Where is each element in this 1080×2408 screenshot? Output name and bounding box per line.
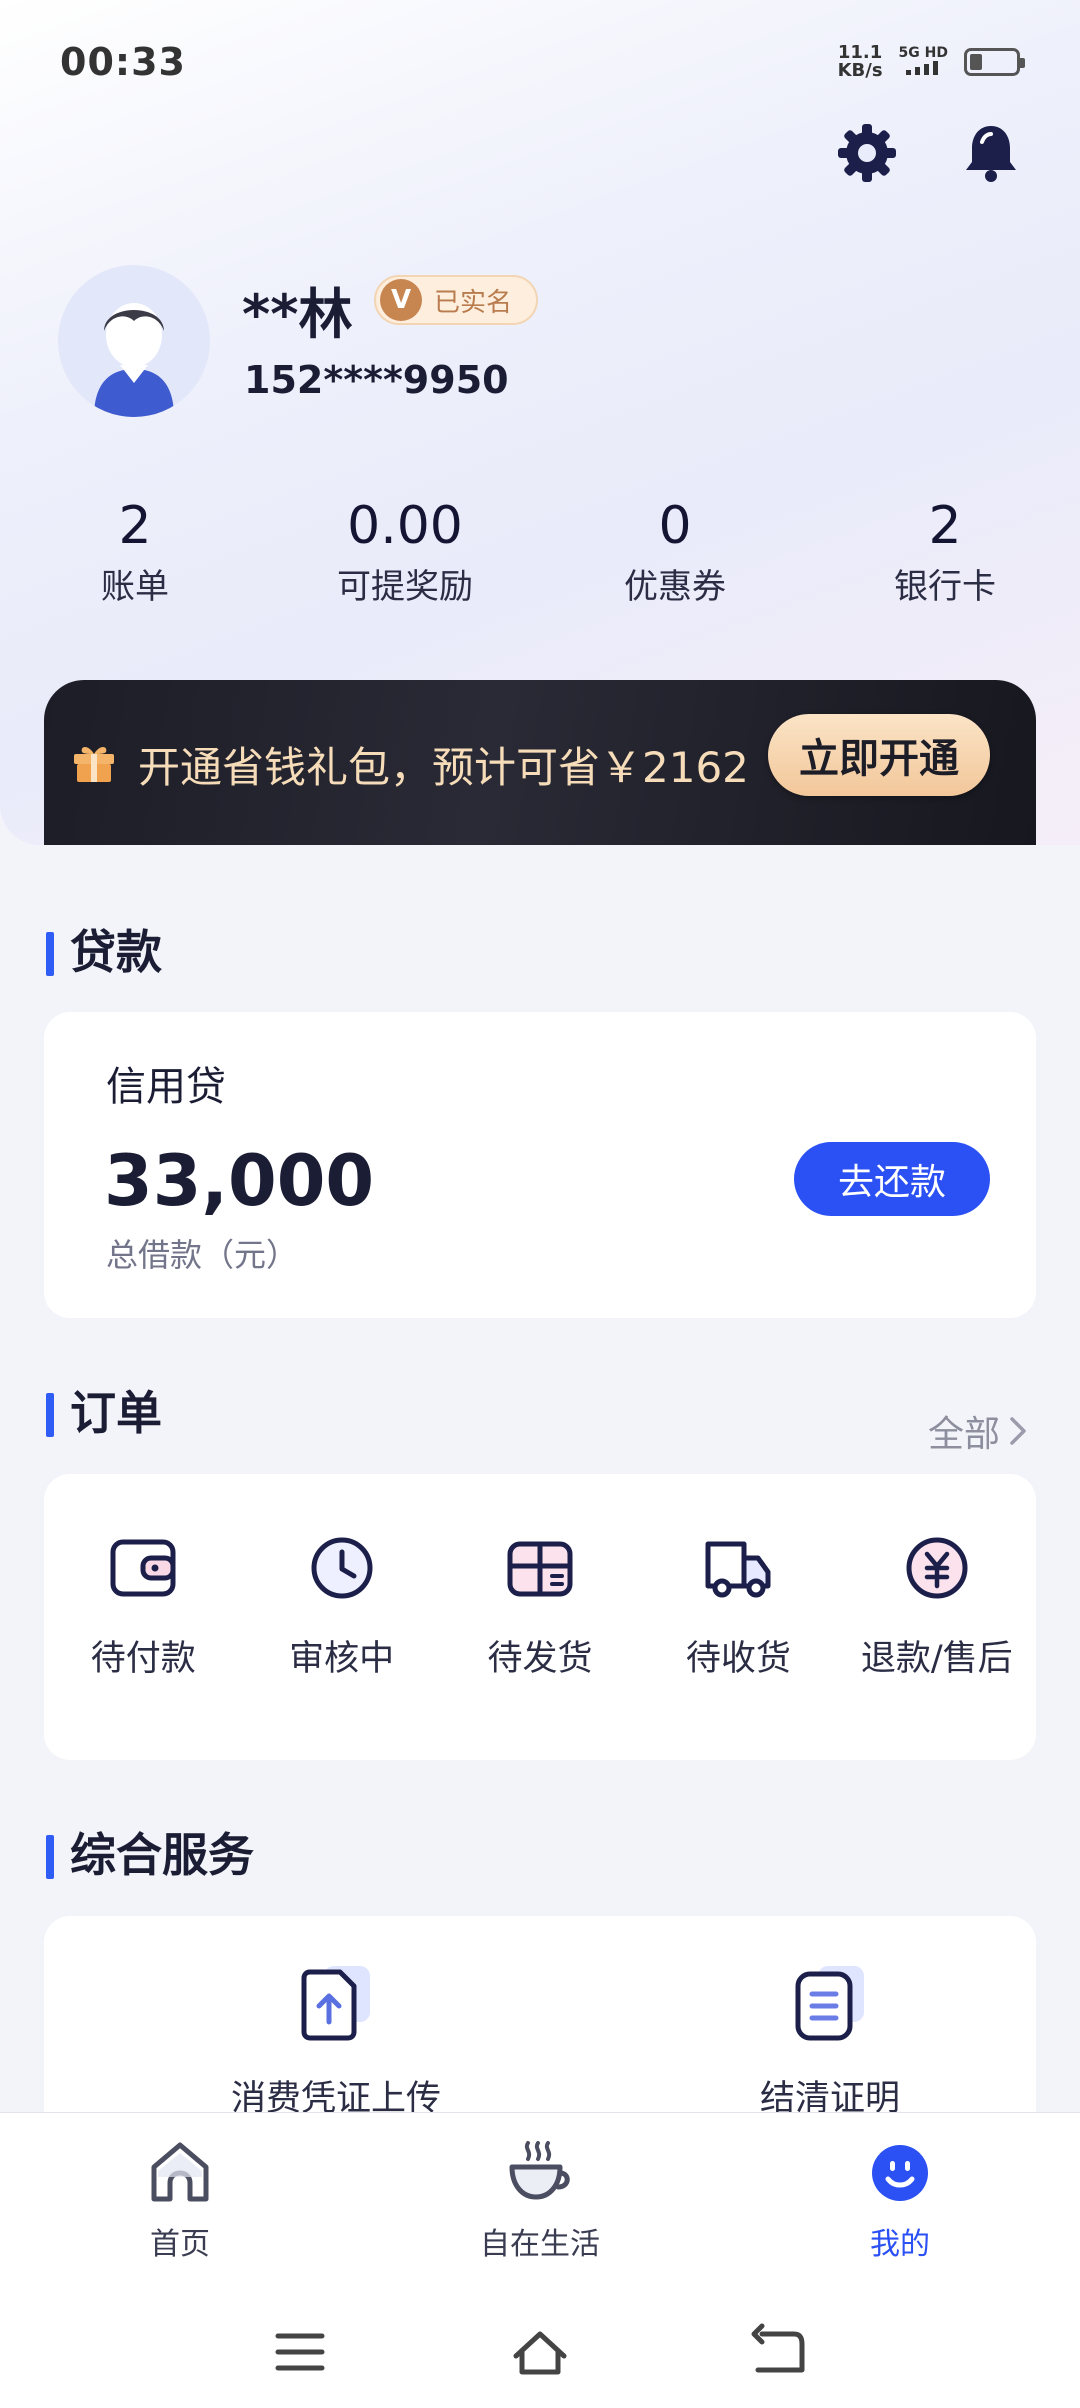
stat-coupons[interactable]: 0 优惠券 — [540, 490, 810, 612]
user-phone: 152****9950 — [244, 358, 509, 402]
stat-bank-cards[interactable]: 2 银行卡 — [810, 490, 1080, 612]
certificate-icon — [795, 1966, 864, 2041]
savings-promo-banner[interactable]: 开通省钱礼包，预计可省￥2162 立即开通 — [44, 680, 1036, 845]
back-icon[interactable] — [750, 2322, 810, 2382]
avatar[interactable] — [58, 265, 210, 417]
loan-section-title: 贷款 — [46, 922, 162, 982]
loan-card[interactable]: 信用贷 33,000 总借款（元） 去还款 — [44, 1012, 1036, 1318]
order-pending-payment[interactable]: 待付款 — [44, 1530, 242, 1681]
nav-mine[interactable]: 我的 — [720, 2113, 1080, 2292]
loan-amount: 33,000 — [104, 1140, 375, 1222]
battery-icon — [964, 48, 1025, 76]
clock-icon — [311, 1537, 373, 1599]
bell-icon[interactable] — [958, 120, 1024, 186]
activate-now-button[interactable]: 立即开通 — [768, 714, 990, 796]
box-icon — [507, 1541, 573, 1597]
orders-section-title: 订单 — [46, 1383, 162, 1443]
nav-home[interactable]: 首页 — [0, 2113, 360, 2292]
order-refund-aftersale[interactable]: 退款/售后 — [838, 1530, 1036, 1681]
order-under-review[interactable]: 审核中 — [242, 1530, 440, 1681]
order-pending-receipt[interactable]: 待收货 — [639, 1530, 837, 1681]
verified-badge: V 已实名 — [374, 275, 539, 325]
order-pending-shipment[interactable]: 待发货 — [441, 1530, 639, 1681]
nav-life[interactable]: 自在生活 — [360, 2113, 720, 2292]
refund-icon — [906, 1537, 968, 1599]
system-home-icon[interactable] — [510, 2322, 570, 2382]
avatar-illustration — [94, 303, 174, 417]
user-name: **林 — [242, 283, 353, 346]
wallet-icon — [110, 1539, 176, 1597]
system-nav-bar — [0, 2292, 1080, 2408]
smile-icon — [872, 2145, 928, 2201]
promo-text: 开通省钱礼包，预计可省￥2162 — [138, 743, 749, 792]
order-status-grid: 待付款 审核中 待发货 待收货 退款/售后 — [44, 1530, 1036, 1681]
view-all-orders[interactable]: 全部 — [928, 1405, 1030, 1457]
signal-bars-icon — [906, 61, 938, 75]
loan-type: 信用贷 — [106, 1064, 226, 1110]
services-section-title: 综合服务 — [46, 1825, 254, 1885]
truck-icon — [705, 1541, 771, 1598]
signal-indicator: 5G HD — [899, 45, 948, 79]
loan-amount-label: 总借款（元） — [106, 1236, 299, 1274]
home-icon — [151, 2142, 209, 2202]
coffee-icon — [509, 2141, 570, 2200]
network-speed: 11.1 KB/s — [837, 42, 883, 81]
chevron-right-icon — [1010, 1417, 1026, 1445]
account-stats: 2 账单 0.00 可提奖励 0 优惠券 2 银行卡 — [0, 490, 1080, 612]
service-settlement-certificate[interactable]: 结清证明 — [630, 1960, 1030, 2121]
repay-button[interactable]: 去还款 — [794, 1142, 990, 1216]
gear-icon[interactable] — [834, 120, 900, 186]
service-voucher-upload[interactable]: 消费凭证上传 — [136, 1960, 536, 2121]
header-actions — [834, 120, 1024, 186]
verified-label: 已实名 — [434, 287, 513, 318]
gift-icon — [74, 747, 114, 782]
status-time: 00:33 — [60, 40, 186, 84]
upload-doc-icon — [301, 1966, 370, 2041]
orders-card: 待付款 审核中 待发货 待收货 退款/售后 — [44, 1474, 1036, 1760]
bottom-nav: 首页 自在生活 我的 — [0, 2112, 1080, 2292]
status-indicators: 11.1 KB/s 5G HD — [837, 40, 1025, 84]
stat-bills[interactable]: 2 账单 — [0, 490, 270, 612]
menu-icon[interactable] — [270, 2322, 330, 2382]
stat-rewards[interactable]: 0.00 可提奖励 — [270, 490, 540, 612]
status-bar: 00:33 11.1 KB/s 5G HD — [0, 0, 1080, 120]
verified-icon: V — [380, 279, 422, 321]
